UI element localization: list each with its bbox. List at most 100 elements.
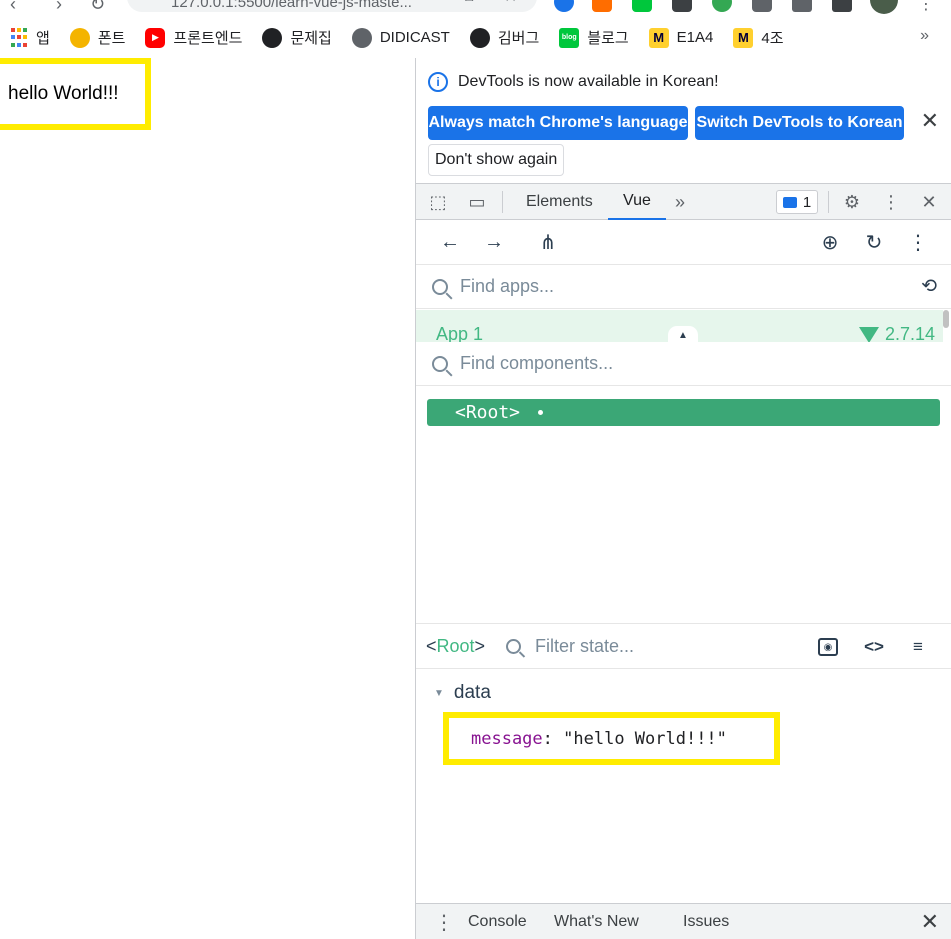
gear-icon[interactable]: ⚙	[840, 190, 864, 214]
app-name: App 1	[436, 324, 484, 342]
close-devtools-icon[interactable]: ✕	[917, 190, 941, 214]
star-icon[interactable]: ☆	[503, 0, 518, 6]
arrow-left-icon[interactable]: ←	[438, 230, 462, 254]
more-options-icon[interactable]: ⋮	[906, 230, 930, 254]
forward-icon[interactable]: ›	[56, 0, 62, 15]
arrow-right-icon[interactable]: →	[482, 230, 506, 254]
selected-dot-icon	[538, 410, 544, 415]
globe-icon	[351, 27, 372, 48]
search-icon	[506, 639, 521, 654]
window-icon[interactable]	[832, 0, 852, 12]
target-select-icon[interactable]: ⊕	[818, 230, 842, 254]
bookmark-kimbug[interactable]: 김버그	[469, 27, 539, 48]
drawer-tab-issues[interactable]: Issues	[683, 913, 729, 931]
bookmark-e1a4[interactable]: M E1A4	[648, 27, 713, 48]
find-components-input[interactable]: Find components...	[460, 353, 613, 374]
puzzle-icon[interactable]	[752, 0, 772, 12]
avatar[interactable]	[870, 0, 898, 14]
youtube-icon: ▶	[145, 27, 166, 48]
bookmark-label: 문제집	[290, 30, 332, 47]
github-icon	[262, 27, 283, 48]
extension-orange-icon[interactable]	[592, 0, 612, 12]
find-apps-input[interactable]: Find apps...	[460, 276, 554, 297]
issues-count: 1	[802, 193, 812, 211]
message-state-highlight[interactable]: message : "hello World!!!"	[443, 712, 780, 765]
tab-elements[interactable]: Elements	[526, 184, 593, 220]
reload-icon[interactable]: ↻	[90, 0, 105, 15]
more-tabs-icon[interactable]: »	[668, 190, 692, 214]
sync-icon[interactable]: ⟲	[921, 275, 937, 298]
bookmark-team4[interactable]: M 4조	[733, 27, 784, 48]
hello-message-highlight: hello World!!!	[0, 58, 151, 130]
drawer-tab-whats-new[interactable]: What's New	[554, 913, 639, 931]
inspect-element-icon[interactable]: ⬚	[426, 190, 450, 214]
bookmark-blog[interactable]: blog 블로그	[559, 27, 629, 48]
device-toolbar-icon[interactable]: ▭	[465, 190, 489, 214]
component-tree-root[interactable]: <Root>	[427, 399, 940, 426]
find-apps-search[interactable]: Find apps... ⟲	[416, 265, 951, 309]
close-drawer-icon[interactable]: ✕	[921, 909, 939, 935]
github-icon	[469, 27, 490, 48]
bookmark-frontend[interactable]: ▶ 프론트엔드	[145, 27, 242, 48]
refresh-icon[interactable]: ↻	[862, 230, 886, 254]
bookmark-apps[interactable]: 앱	[10, 27, 50, 48]
close-icon[interactable]: ✕	[921, 108, 939, 134]
root-component-label: <Root>	[455, 402, 521, 423]
vue-version: 2.7.14	[858, 324, 935, 342]
bookmark-label: 블로그	[587, 30, 629, 47]
bookmark-problems[interactable]: 문제집	[262, 27, 332, 48]
triangle-down-icon: ▼	[434, 687, 444, 699]
bookmark-label: DIDICAST	[379, 29, 450, 46]
filter-state-input[interactable]: Filter state...	[535, 636, 634, 657]
switch-to-korean-button[interactable]: Switch DevTools to Korean	[695, 106, 904, 140]
devtools-tabbar: ⬚ ▭ Elements Vue » 1 ⚙ ⋮ ✕	[416, 183, 951, 220]
extension-green-icon[interactable]	[632, 0, 652, 12]
collapse-lines-icon[interactable]: ≡	[906, 635, 930, 659]
url-text: 127.0.0.1:5500/learn-vue-js-maste...	[171, 0, 412, 11]
bookmarks-bar: 앱 폰트 ▶ 프론트엔드 문제집 DIDICAST 김버그 blog 블로그 M…	[0, 18, 951, 58]
dont-show-again-button[interactable]: Don't show again	[428, 144, 565, 176]
issues-badge[interactable]: 1	[776, 190, 818, 214]
toolbar-divider	[502, 191, 503, 213]
search-icon	[432, 355, 448, 372]
extension-shield-icon[interactable]	[554, 0, 574, 12]
data-group-toggle[interactable]: ▼ data	[434, 682, 491, 704]
app-selector-row[interactable]: App 1 ▲ 2.7.14	[416, 310, 943, 342]
kebab-menu-icon[interactable]: ⋮	[879, 190, 903, 214]
chevron-up-icon[interactable]: ▲	[668, 326, 698, 342]
bookmarks-overflow-icon[interactable]: »	[920, 27, 929, 45]
open-in-new-icon[interactable]: ⧉	[463, 0, 474, 5]
extension-map-icon[interactable]	[712, 0, 732, 12]
vue-toolbar: ← → ⋔ ⊕ ↻ ⋮	[416, 220, 951, 265]
devtools-drawer: ⋮ Console What's New Issues ✕	[416, 903, 951, 939]
state-value: "hello World!!!"	[563, 728, 727, 749]
bookmark-label: 프론트엔드	[173, 30, 243, 47]
browser-menu-icon[interactable]: ⋮	[918, 0, 934, 14]
eye-icon[interactable]: ◉	[818, 638, 838, 656]
selected-component-name: <Root>	[426, 636, 486, 656]
language-infobar: i DevTools is now available in Korean! A…	[416, 58, 951, 183]
tab-vue[interactable]: Vue	[608, 184, 666, 220]
vue-logo-icon	[858, 326, 879, 342]
extension-dark-icon[interactable]	[672, 0, 692, 12]
scrollbar-thumb[interactable]	[943, 310, 949, 328]
vue-version-text: 2.7.14	[884, 324, 935, 342]
media-icon[interactable]	[792, 0, 812, 12]
address-bar[interactable]: 127.0.0.1:5500/learn-vue-js-maste... ⧉ ☆	[127, 0, 537, 12]
info-icon: i	[428, 72, 448, 92]
browser-top-strip: ‹ › ↻ 127.0.0.1:5500/learn-vue-js-maste.…	[0, 0, 951, 18]
drawer-tab-console[interactable]: Console	[468, 913, 527, 931]
back-icon[interactable]: ‹	[10, 0, 16, 15]
bookmark-label: 폰트	[97, 30, 126, 47]
match-language-button[interactable]: Always match Chrome's language	[428, 106, 688, 140]
bookmark-label: 앱	[36, 30, 50, 47]
find-components-search[interactable]: Find components...	[416, 342, 951, 386]
duck-icon	[69, 27, 90, 48]
component-tree-icon[interactable]: ⋔	[536, 230, 560, 254]
bookmark-fonts[interactable]: 폰트	[69, 27, 126, 48]
drawer-menu-icon[interactable]: ⋮	[434, 910, 454, 935]
bookmark-didicast[interactable]: DIDICAST	[351, 27, 450, 48]
state-colon: :	[542, 728, 564, 749]
code-icon[interactable]: <>	[862, 635, 886, 659]
search-icon	[432, 278, 448, 295]
